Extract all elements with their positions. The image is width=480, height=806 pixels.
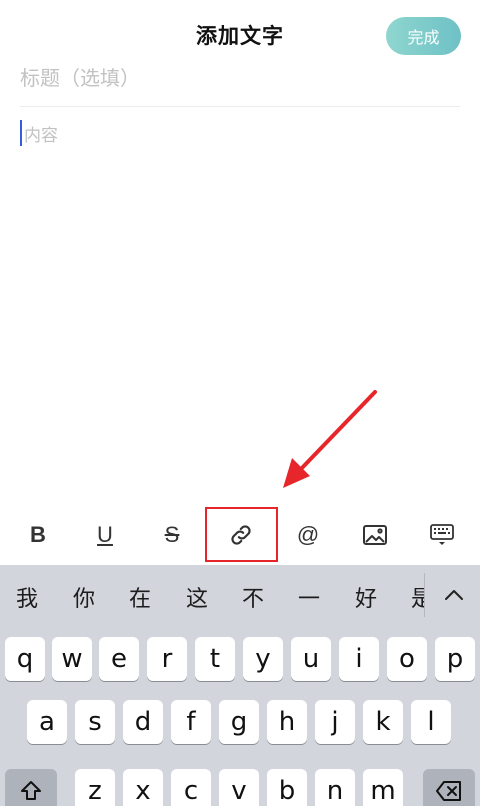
bold-button[interactable]: B (4, 505, 72, 565)
hide-keyboard-button[interactable] (408, 505, 476, 565)
key-s[interactable]: s (75, 700, 115, 744)
title-input[interactable] (20, 60, 460, 96)
mention-button[interactable]: @ (274, 505, 342, 565)
image-icon (363, 525, 387, 545)
key-w[interactable]: w (52, 637, 92, 681)
key-k[interactable]: k (363, 700, 403, 744)
key-y[interactable]: y (243, 637, 283, 681)
key-i[interactable]: i (339, 637, 379, 681)
key-p[interactable]: p (435, 637, 475, 681)
key-j[interactable]: j (315, 700, 355, 744)
underline-button[interactable]: U (71, 505, 139, 565)
content-placeholder: 内容 (24, 126, 58, 146)
candidate-item[interactable]: 我 (16, 581, 38, 613)
link-highlight-box (205, 507, 278, 562)
candidate-item[interactable]: 不 (242, 581, 264, 613)
key-l[interactable]: l (411, 700, 451, 744)
key-z[interactable]: z (75, 769, 115, 806)
candidate-item[interactable]: 你 (73, 581, 95, 613)
title-divider (20, 106, 460, 107)
key-n[interactable]: n (315, 769, 355, 806)
key-q[interactable]: q (5, 637, 45, 681)
chevron-up-icon (445, 590, 463, 600)
key-r[interactable]: r (147, 637, 187, 681)
candidate-item[interactable]: 好 (355, 581, 377, 613)
key-h[interactable]: h (267, 700, 307, 744)
key-d[interactable]: d (123, 700, 163, 744)
candidate-item[interactable]: 这 (186, 581, 208, 613)
strikethrough-icon: S (164, 522, 180, 547)
keyboard-hide-icon (430, 524, 454, 545)
candidate-bar: 我 你 在 这 不 一 好 是 (0, 565, 480, 627)
strikethrough-button[interactable]: S (138, 505, 206, 565)
key-g[interactable]: g (219, 700, 259, 744)
key-x[interactable]: x (123, 769, 163, 806)
backspace-key[interactable] (423, 769, 475, 806)
key-c[interactable]: c (171, 769, 211, 806)
key-f[interactable]: f (171, 700, 211, 744)
key-e[interactable]: e (99, 637, 139, 681)
candidate-expand-button[interactable] (434, 579, 474, 611)
at-icon: @ (296, 522, 320, 547)
underline-icon: U (97, 522, 113, 547)
key-b[interactable]: b (267, 769, 307, 806)
key-t[interactable]: t (195, 637, 235, 681)
candidate-item[interactable]: 在 (129, 581, 151, 613)
candidate-item[interactable]: 是 (411, 581, 424, 613)
system-keyboard: 我 你 在 这 不 一 好 是 q w e r t y u i o p a s … (0, 565, 480, 806)
bold-icon: B (30, 522, 46, 547)
content-editor[interactable]: 内容 (20, 118, 460, 488)
shift-icon (21, 781, 41, 800)
key-v[interactable]: v (219, 769, 259, 806)
candidate-item[interactable]: 一 (298, 581, 320, 613)
candidate-separator (424, 573, 425, 617)
key-a[interactable]: a (27, 700, 67, 744)
key-m[interactable]: m (363, 769, 403, 806)
shift-key[interactable] (5, 769, 57, 806)
key-o[interactable]: o (387, 637, 427, 681)
text-caret (20, 120, 22, 146)
done-button[interactable]: 完成 (386, 17, 461, 55)
image-button[interactable] (341, 505, 409, 565)
backspace-icon (436, 781, 461, 801)
key-u[interactable]: u (291, 637, 331, 681)
